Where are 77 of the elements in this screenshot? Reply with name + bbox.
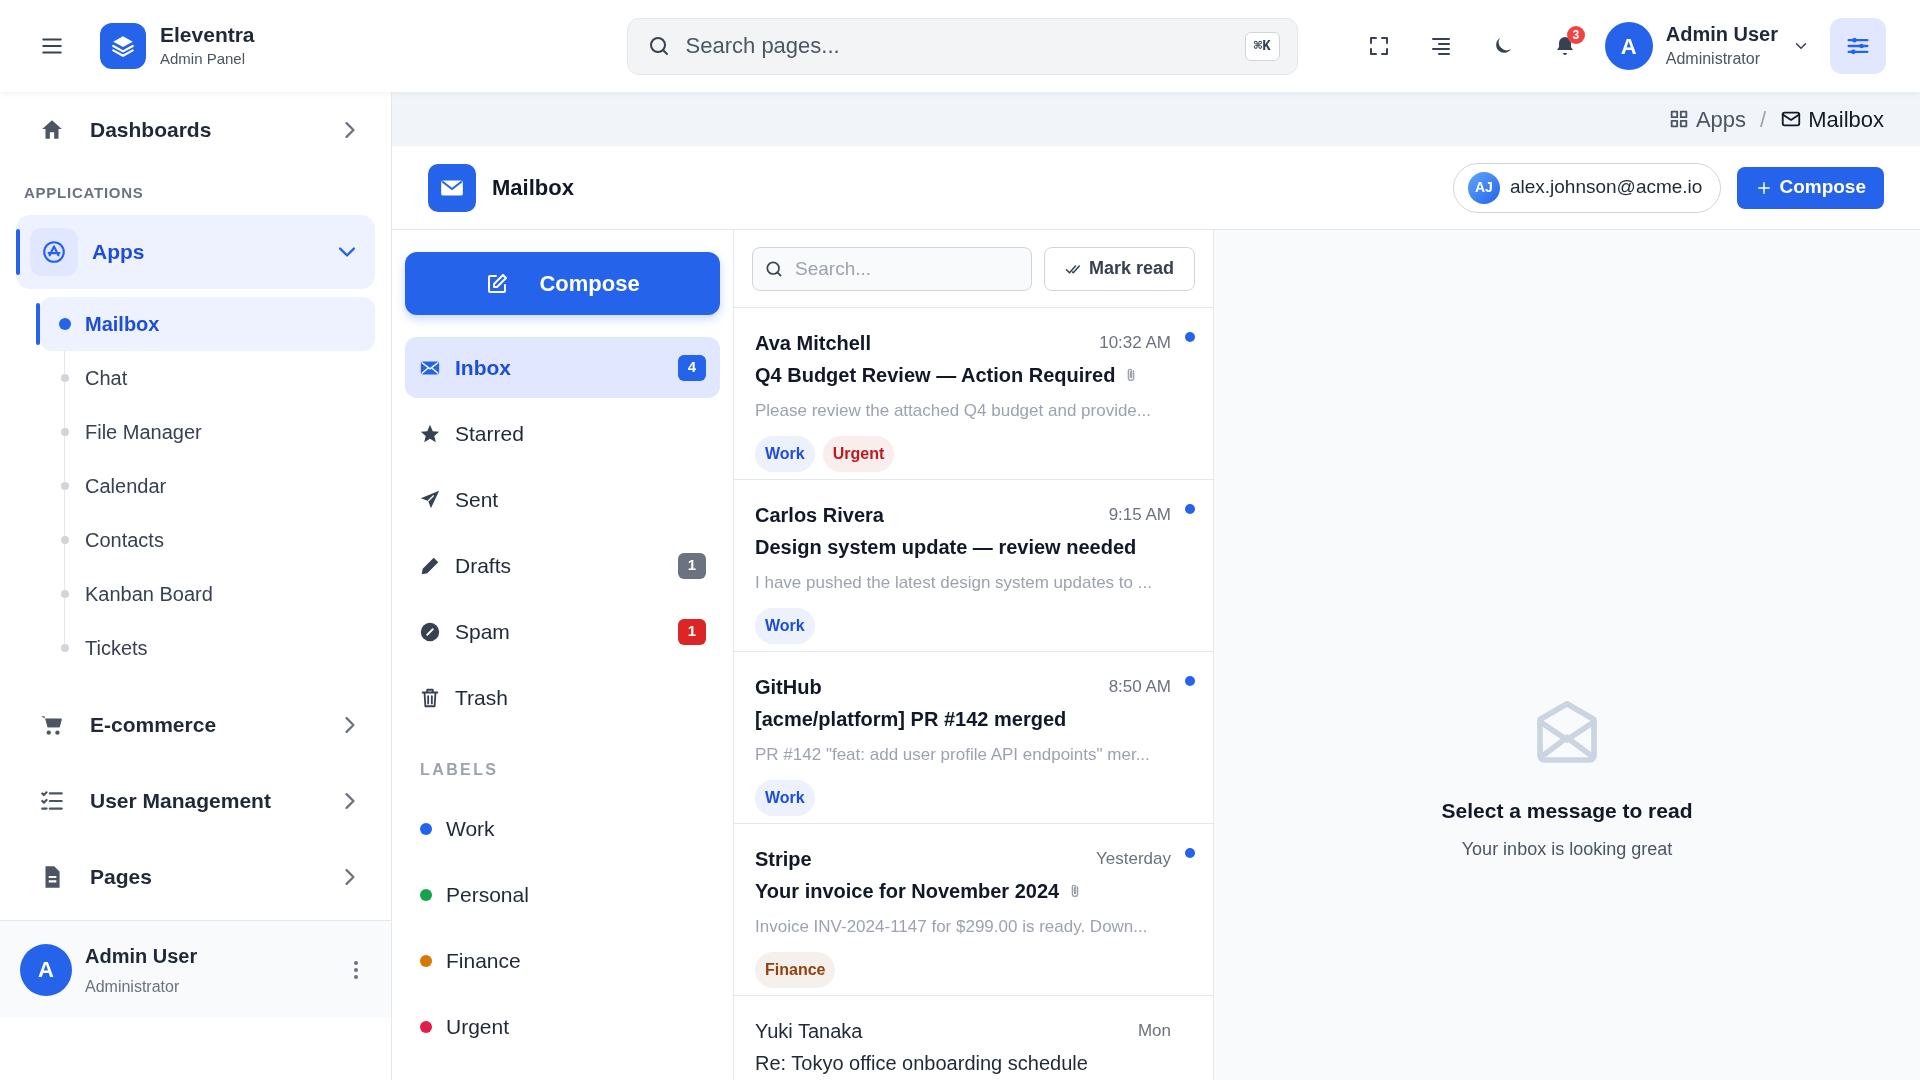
message-item[interactable]: GitHub 8:50 AM [acme/platform] PR #142 merged PR #142 "feat: add user profile API endpoints" mer... Work xyxy=(734,652,1213,824)
message-item[interactable]: Carlos Rivera 9:15 AM Design system update — review needed I have pushed the latest design system updates to ... Work xyxy=(734,480,1213,652)
nav-subitem[interactable]: Tickets xyxy=(40,620,375,675)
tag: Finance xyxy=(755,951,836,988)
breadcrumb-current: Mailbox xyxy=(1780,102,1884,136)
folder-item[interactable]: Spam 1 xyxy=(405,601,720,662)
user-role: Administrator xyxy=(1665,48,1760,69)
label-item[interactable]: Urgent xyxy=(405,994,720,1060)
message-time: 8:50 AM xyxy=(1108,676,1171,699)
message-subject: Your invoice for November 2024 xyxy=(755,879,1060,904)
sender-name: Ava Mitchell xyxy=(755,331,871,356)
message-time: Yesterday xyxy=(1096,848,1171,871)
folder-item[interactable]: Drafts 1 xyxy=(405,535,720,596)
message-preview: I have pushed the latest design system updates to ... xyxy=(755,572,1153,594)
tag: Work xyxy=(755,435,815,472)
sender-name: Carlos Rivera xyxy=(755,503,884,528)
message-item[interactable]: Ava Mitchell 10:32 AM Q4 Budget Review — Action Required Please review the attached Q4 budget and provide... Work Urgent xyxy=(734,308,1213,480)
sender-name: Stripe xyxy=(755,847,812,872)
page-title: Mailbox xyxy=(492,174,574,202)
user-menu[interactable]: A Admin User Administrator xyxy=(1604,21,1810,71)
message-item[interactable]: Yuki Tanaka Mon Re: Tokyo office onboarding schedule xyxy=(734,996,1213,1080)
message-preview: Invoice INV-2024-1147 for $299.00 is ready. Down... xyxy=(755,916,1149,938)
message-subject: Q4 Budget Review — Action Required xyxy=(755,363,1116,388)
empty-state-title: Select a message to read xyxy=(1441,797,1693,824)
folder-item[interactable]: Inbox 4 xyxy=(405,337,720,398)
tag: Work xyxy=(755,779,815,816)
avatar: A xyxy=(20,943,72,996)
folder-item[interactable]: Sent xyxy=(405,469,720,530)
label-item[interactable]: Work xyxy=(405,796,720,862)
message-subject: [acme/platform] PR #142 merged xyxy=(755,707,1067,732)
brand-subtitle: Admin Panel xyxy=(160,48,247,69)
nav-item[interactable]: E-commerce xyxy=(16,686,375,763)
user-name: Admin User xyxy=(85,943,198,969)
nav-subitem[interactable]: Calendar xyxy=(40,458,375,513)
avatar: AJ xyxy=(1467,171,1500,204)
message-time: 9:15 AM xyxy=(1108,504,1171,527)
breadcrumb-link[interactable]: Apps xyxy=(1667,102,1747,136)
message-preview: Please review the attached Q4 budget and provide... xyxy=(755,400,1152,422)
label-item[interactable]: Personal xyxy=(405,862,720,928)
message-preview: PR #142 "feat: add user profile API endpoints" mer... xyxy=(755,744,1151,766)
folder-item[interactable]: Trash xyxy=(405,667,720,728)
compose-button[interactable]: Compose xyxy=(405,252,720,315)
message-time: 10:32 AM xyxy=(1099,332,1171,355)
label-item[interactable]: Finance xyxy=(405,928,720,994)
nav-item[interactable]: Apps xyxy=(16,214,375,289)
folder-item[interactable]: Starred xyxy=(405,403,720,464)
empty-state-text: Your inbox is looking great xyxy=(1461,838,1673,862)
message-subject: Re: Tokyo office onboarding schedule xyxy=(755,1051,1088,1076)
nav-item[interactable]: Dashboards xyxy=(16,92,375,168)
sender-name: Yuki Tanaka xyxy=(755,1019,863,1044)
nav-subitem[interactable]: File Manager xyxy=(40,404,375,459)
mark-read-button[interactable]: Mark read xyxy=(1044,246,1195,291)
nav-item[interactable]: Pages xyxy=(16,838,375,915)
tag: Work xyxy=(755,607,815,644)
count-badge: 1 xyxy=(678,552,706,579)
nav-subitem[interactable]: Contacts xyxy=(40,512,375,567)
nav-item[interactable]: User Management xyxy=(16,762,375,839)
count-badge: 1 xyxy=(678,618,706,645)
user-role: Administrator xyxy=(85,976,181,997)
brand-name: Eleventra xyxy=(160,21,255,48)
section-heading: LABELS xyxy=(419,760,500,780)
notifications-button[interactable]: 3 xyxy=(1546,28,1583,64)
nav-subitem[interactable]: Chat xyxy=(40,350,375,405)
message-item[interactable]: Stripe Yesterday Your invoice for November 2024 Invoice INV-2024-1147 for $299.00 is ready. Down... Finance xyxy=(734,824,1213,996)
count-badge: 4 xyxy=(678,354,706,381)
tag: Urgent xyxy=(822,435,895,472)
compose-button[interactable]: Compose xyxy=(1737,166,1884,209)
message-subject: Design system update — review needed xyxy=(755,535,1137,560)
breadcrumb-separator: / xyxy=(1760,105,1767,134)
user-name: Admin User xyxy=(1665,21,1778,47)
notification-badge: 3 xyxy=(1566,26,1585,44)
section-heading: APPLICATIONS xyxy=(23,183,145,203)
nav-subitem[interactable]: Kanban Board xyxy=(40,566,375,621)
sender-name: GitHub xyxy=(755,675,822,700)
search-field[interactable]: Search... xyxy=(752,246,1032,291)
avatar: A xyxy=(1604,22,1653,70)
message-time: Mon xyxy=(1137,1020,1171,1043)
